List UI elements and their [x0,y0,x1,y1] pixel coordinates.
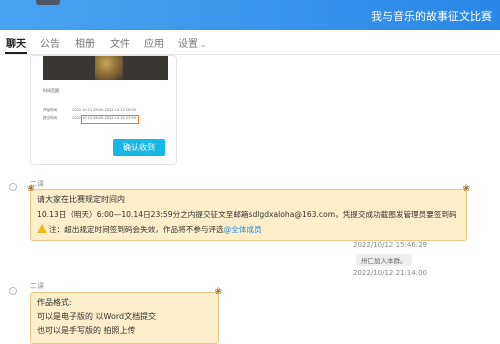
tab-apps[interactable]: 应用 [144,35,164,50]
confirm-received-button[interactable]: 确认收到 [113,139,165,156]
pin-icon: ❀ [214,287,222,297]
tab-announcement[interactable]: 公告 [40,35,60,50]
highlight-box [81,115,139,124]
tab-settings-label: 设置 [178,39,198,50]
pin-icon: ❀ [462,184,470,194]
card-row-start-label: 开始时间 [43,108,57,112]
message-line: 作品格式: [37,298,72,307]
chat-area[interactable]: 时间范围 开始时间 2022.10.11 09:00-2022.10.13 10… [0,55,500,344]
message-line: 也可以是手写版的 拍照上传 [37,326,136,335]
pin-icon: ❀ [27,184,35,194]
tab-settings[interactable]: 设置 ⌄ [178,35,207,50]
card-image-ornament [95,56,123,80]
card-info-heading: 时间范围 [43,88,59,93]
card-row-submit-label: 提交时间 [43,116,57,120]
group-title: 我与音乐的故事征文比赛 [371,10,492,23]
card-image [43,56,168,80]
mention-all-link[interactable]: @全体成员 [224,225,262,234]
card-row-start: 开始时间 2022.10.11 09:00-2022.10.13 10:00 [43,108,136,113]
timestamp: 2022/10/12 15:46:29 [353,241,428,249]
message-bubble[interactable]: ❀ 作品格式: 可以是电子版的 以Word文档提交 也可以是手写版的 拍照上传 [30,287,222,344]
message-note: 注：超出规定时间签到码会失效，作品将不参与评选 [49,225,224,234]
group-header: 我与音乐的故事征文比赛 [0,0,500,30]
tab-files[interactable]: 文件 [110,35,130,50]
message-line: 请大家在比赛规定时间内 [37,195,125,204]
message-line: 注：超出规定时间签到码会失效，作品将不参与评选@全体成员 [37,224,262,235]
tab-chat[interactable]: 聊天 [6,35,26,50]
tab-album[interactable]: 相册 [75,35,95,50]
message-line: 10.13日（明天）6:00—10.14日23:59分之内提交征文至邮箱sdlg… [37,210,457,219]
active-tab-indicator [5,52,27,54]
timestamp: 2022/10/12 21:14:00 [353,269,428,277]
message-line: 可以是电子版的 以Word文档提交 [37,312,157,321]
chevron-down-icon: ⌄ [200,40,207,49]
system-notice: 卅匚加入本群。 [356,254,412,266]
window-corner-tab [36,0,60,5]
message-sender: 二课 [30,282,44,290]
tab-bar: 聊天 公告 相册 文件 应用 设置 ⌄ [0,30,500,55]
announcement-bubble[interactable]: ❀ ❀ 请大家在比赛规定时间内 10.13日（明天）6:00—10.14日23:… [27,184,470,241]
image-card[interactable]: 时间范围 开始时间 2022.10.11 09:00-2022.10.13 10… [30,55,177,165]
select-radio[interactable] [9,183,17,191]
select-radio[interactable] [9,287,17,295]
card-row-start-value: 2022.10.11 09:00-2022.10.13 10:00 [72,108,136,112]
warning-icon [37,224,47,233]
